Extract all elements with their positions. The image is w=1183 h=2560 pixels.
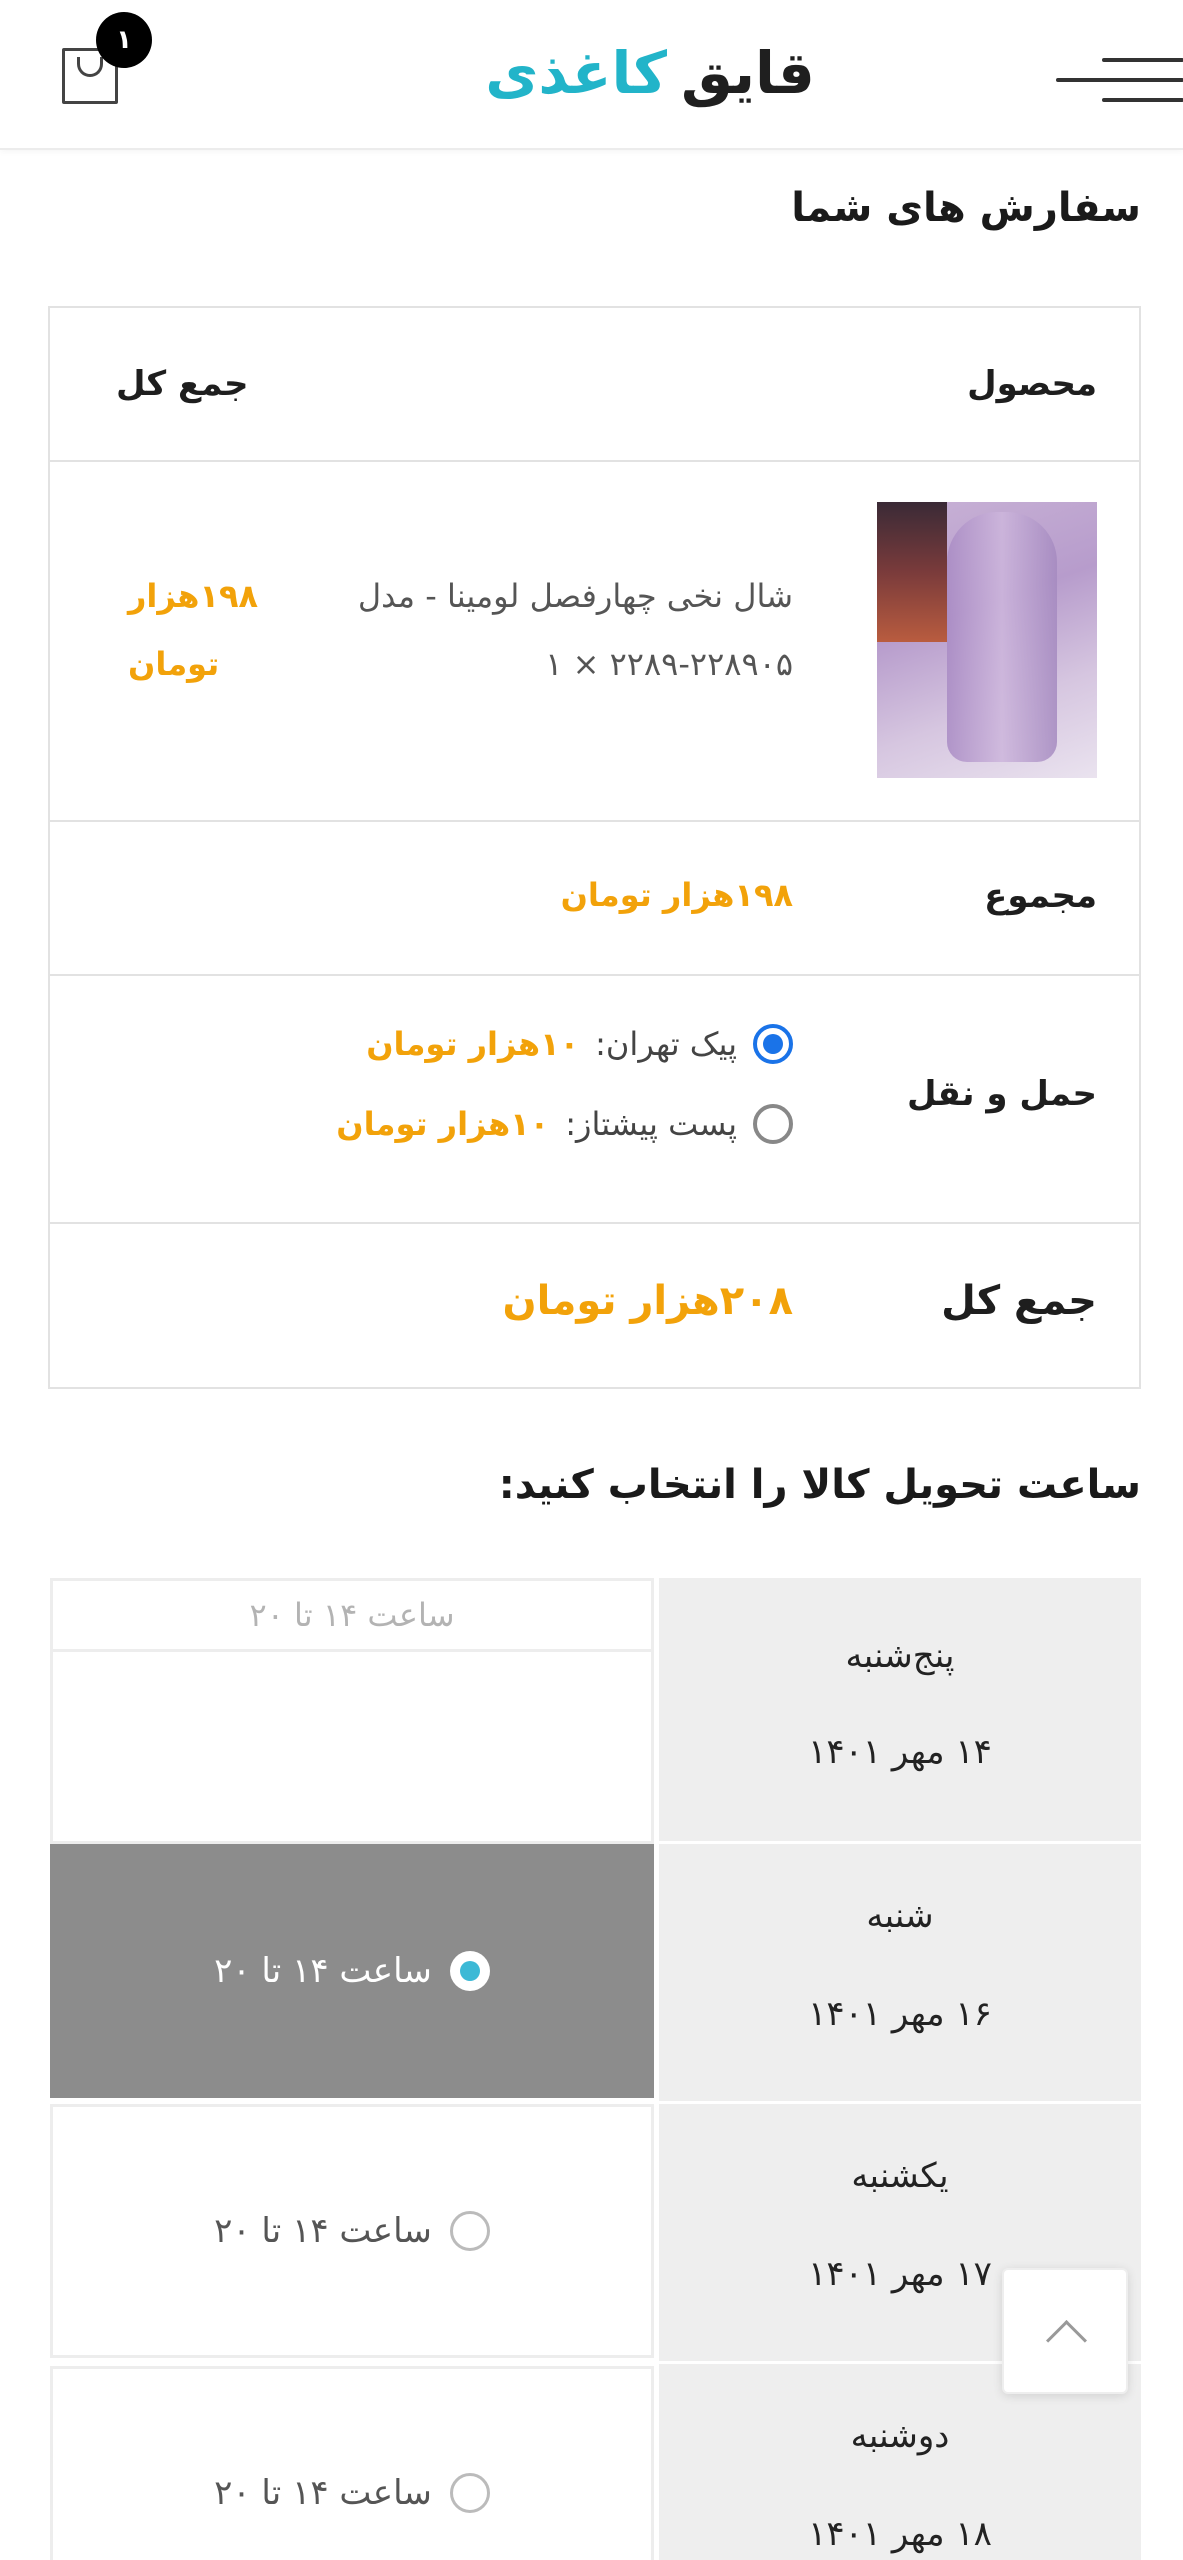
day-date: ۱۸ مهر ۱۴۰۱ xyxy=(808,2514,992,2554)
shipping-row: حمل و نقل پیک تهران: ۱۰هزار تومان پست پی… xyxy=(50,976,1139,1224)
grand-total-value: ۲۰۸هزار تومان xyxy=(502,1278,793,1324)
radio-unselected-icon[interactable] xyxy=(753,1104,793,1144)
subtotal-row: مجموع ۱۹۸هزار تومان xyxy=(50,822,1139,976)
radio-unselected-icon[interactable] xyxy=(449,2211,490,2251)
col-product-header: محصول xyxy=(967,364,1097,404)
logo-text-1: قایق xyxy=(680,39,815,107)
shipping-option-label: پست پیشتاز: xyxy=(565,1105,737,1143)
shipping-option-price: ۱۰هزار تومان xyxy=(336,1105,550,1143)
time-slot-label: ساعت ۱۴ تا ۲۰ xyxy=(214,1951,432,1991)
subtotal-value: ۱۹۸هزار تومان xyxy=(560,876,793,914)
time-slot-label: ساعت ۱۴ تا ۲۰ xyxy=(214,2473,432,2513)
site-logo[interactable]: قایق کاغذی xyxy=(485,28,815,118)
time-slot[interactable]: ساعت ۱۴ تا ۲۰ xyxy=(50,2366,654,2560)
day-name: شنبه xyxy=(866,1896,934,1936)
shipping-option-tehran-courier[interactable]: پیک تهران: ۱۰هزار تومان xyxy=(366,1024,793,1064)
radio-selected-icon[interactable] xyxy=(449,1951,490,1991)
grand-total-row: جمع کل ۲۰۸هزار تومان xyxy=(50,1224,1139,1389)
col-total-header: جمع کل xyxy=(116,364,249,404)
radio-unselected-icon[interactable] xyxy=(449,2473,490,2513)
product-price-currency: تومان xyxy=(128,645,220,683)
delivery-title: ساعت تحویل کالا را انتخاب کنید: xyxy=(498,1462,1141,1508)
time-slot[interactable]: ساعت ۱۴ تا ۲۰ xyxy=(50,2104,654,2358)
day-name: یکشنبه xyxy=(851,2156,949,2196)
radio-selected-icon[interactable] xyxy=(753,1024,793,1064)
product-row: شال نخی چهارفصل لومینا - مدل ۲۲۸۹-۲۲۸۹۰۵… xyxy=(50,462,1139,822)
time-slot-selected[interactable]: ساعت ۱۴ تا ۲۰ xyxy=(50,1844,654,2098)
empty-slot-cell xyxy=(50,1652,654,1844)
logo-text-2: کاغذی xyxy=(485,39,667,107)
product-price-amount: ۱۹۸هزار xyxy=(128,577,259,615)
product-price: ۱۹۸هزار تومان xyxy=(128,562,258,698)
time-slot-label: ساعت ۱۴ تا ۲۰ xyxy=(249,1596,455,1634)
day-date: ۱۴ مهر ۱۴۰۱ xyxy=(808,1732,992,1772)
shipping-option-label: پیک تهران: xyxy=(595,1025,737,1063)
shipping-option-price: ۱۰هزار تومان xyxy=(366,1025,580,1063)
day-date: ۱۶ مهر ۱۴۰۱ xyxy=(808,1994,992,2034)
menu-icon[interactable] xyxy=(1056,58,1183,106)
site-header: ۱ قایق کاغذی xyxy=(0,0,1183,150)
cart-count-badge: ۱ xyxy=(96,12,152,68)
shipping-label: حمل و نقل xyxy=(906,1074,1097,1114)
shipping-option-express-post[interactable]: پست پیشتاز: ۱۰هزار تومان xyxy=(336,1104,793,1144)
delivery-day: شنبه ۱۶ مهر ۱۴۰۱ xyxy=(659,1844,1141,2104)
product-image[interactable] xyxy=(877,502,1097,778)
chevron-up-icon[interactable] xyxy=(1002,2268,1128,2394)
product-name-line1: شال نخی چهارفصل لومینا - مدل xyxy=(357,577,793,615)
time-slot-disabled: ساعت ۱۴ تا ۲۰ xyxy=(50,1578,654,1652)
day-name: پنج‌شنبه xyxy=(845,1636,955,1676)
grand-total-label: جمع کل xyxy=(941,1278,1097,1324)
product-quantity-line: ۲۲۸۹-۲۲۸۹۰۵ × ۱ xyxy=(545,645,793,683)
subtotal-label: مجموع xyxy=(984,876,1097,916)
day-name: دوشنبه xyxy=(850,2416,950,2456)
time-slot-label: ساعت ۱۴ تا ۲۰ xyxy=(214,2211,432,2251)
table-header-row: محصول جمع کل xyxy=(50,308,1139,462)
delivery-day: پنج‌شنبه ۱۴ مهر ۱۴۰۱ xyxy=(659,1578,1141,1844)
orders-title: سفارش های شما xyxy=(791,185,1141,231)
delivery-schedule: پنج‌شنبه ۱۴ مهر ۱۴۰۱ ساعت ۱۴ تا ۲۰ شنبه … xyxy=(48,1578,1141,2560)
order-table: محصول جمع کل شال نخی چهارفصل لومینا - مد… xyxy=(48,306,1141,1389)
product-name[interactable]: شال نخی چهارفصل لومینا - مدل ۲۲۸۹-۲۲۸۹۰۵… xyxy=(273,562,793,698)
